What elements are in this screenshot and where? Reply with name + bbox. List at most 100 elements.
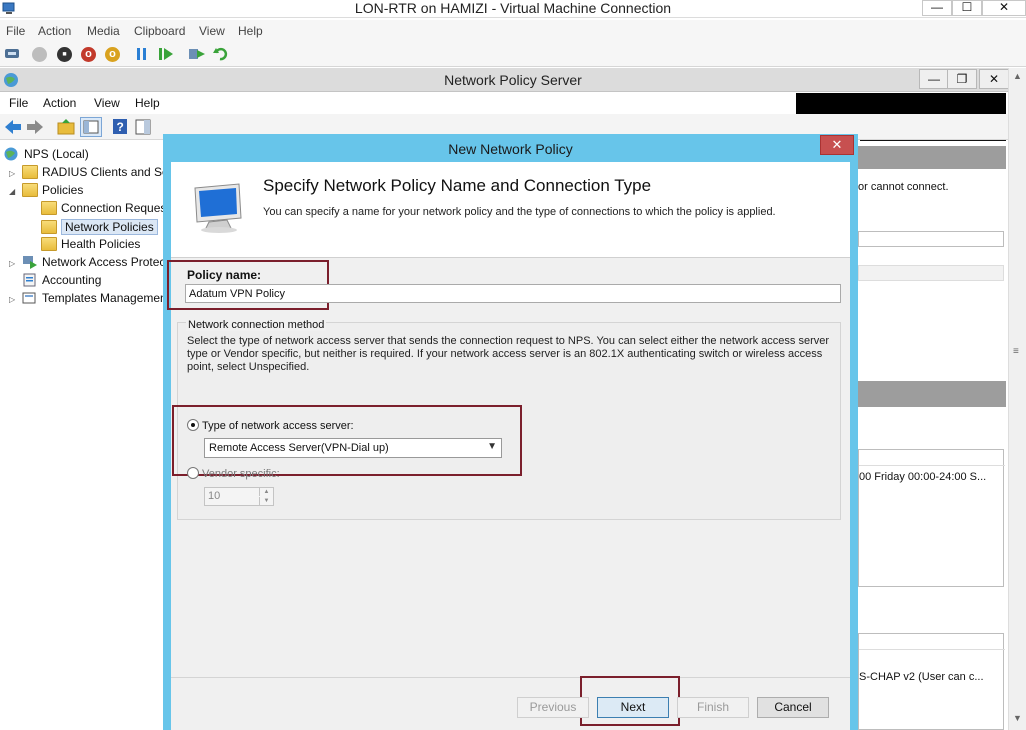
folder-icon (41, 237, 57, 251)
console-tree: NPS (Local) ▷ RADIUS Clients and Servers… (0, 141, 165, 730)
ctrl-alt-del-icon[interactable] (4, 46, 22, 65)
tree-item-radius[interactable]: RADIUS Clients and Servers (22, 165, 164, 179)
scroll-down-icon[interactable]: ▼ (1013, 713, 1022, 723)
show-hide-tree-icon[interactable] (80, 117, 102, 137)
wizard-header: Specify Network Policy Name and Connecti… (171, 162, 850, 258)
vm-minimize-button[interactable]: — (922, 0, 952, 16)
vm-menu-view[interactable]: View (199, 24, 225, 38)
accounting-icon (23, 273, 36, 287)
back-arrow-icon[interactable] (4, 119, 22, 138)
list-header (859, 634, 1005, 650)
vm-menu-action[interactable]: Action (38, 24, 71, 38)
wizard-page-title: Specify Network Policy Name and Connecti… (263, 176, 652, 195)
vm-menu-media[interactable]: Media (87, 24, 120, 38)
next-button[interactable]: Next (597, 697, 669, 718)
tree-item-templates[interactable]: Templates Management (22, 291, 165, 305)
group-description: Select the type of network access server… (187, 335, 830, 373)
policy-name-input[interactable] (185, 284, 841, 303)
spin-up-icon[interactable]: ▲ (259, 488, 273, 496)
revert-icon[interactable] (212, 46, 228, 62)
spin-down-icon[interactable]: ▼ (259, 497, 273, 505)
radio-selected-dot (191, 423, 195, 427)
nas-type-select[interactable]: Remote Access Server(VPN-Dial up) ▼ (204, 438, 502, 458)
tree-item-nps-local[interactable]: NPS (Local) (4, 147, 89, 161)
dialog-body: Specify Network Policy Name and Connecti… (167, 162, 850, 730)
radio-type-of-nas-label[interactable]: Type of network access server: (202, 420, 354, 432)
nas-type-selected-value: Remote Access Server(VPN-Dial up) (209, 442, 389, 454)
cancel-button[interactable]: Cancel (757, 697, 829, 718)
monitor-icon (189, 182, 249, 234)
forward-arrow-icon[interactable] (26, 119, 44, 138)
nps-menu-help[interactable]: Help (135, 96, 160, 110)
start-icon[interactable] (32, 47, 47, 62)
section-header-bar (858, 146, 1006, 169)
details-text: or cannot connect. (858, 181, 949, 193)
expand-arrow-icon[interactable]: ▷ (9, 259, 15, 268)
turn-off-icon[interactable]: ■ (57, 47, 72, 62)
radio-vendor-specific-label[interactable]: Vendor specific: (202, 468, 280, 480)
tree-item-connection-request[interactable]: Connection Request Policies (41, 201, 164, 215)
vm-menu-help[interactable]: Help (238, 24, 263, 38)
tree-item-policies[interactable]: Policies (22, 183, 83, 197)
up-folder-icon[interactable] (57, 118, 75, 138)
vendor-spinner-value: 10 (208, 490, 221, 502)
tree-label: Network Access Protection (42, 255, 164, 269)
nps-close-button[interactable]: ✕ (979, 69, 1009, 89)
dialog-close-button[interactable]: ✕ (820, 135, 854, 155)
policy-name-label: Policy name: (187, 268, 262, 282)
wizard-footer-divider (171, 677, 850, 678)
nps-titlebar: Network Policy Server — ❐ ✕ (0, 68, 1026, 92)
scroll-grip-icon[interactable]: ≡ (1013, 346, 1019, 357)
tree-label: RADIUS Clients and Servers (42, 165, 164, 179)
details-pane: or cannot connect. 00 Friday 00:00-24:00… (858, 141, 1008, 730)
settings-list[interactable]: S-CHAP v2 (User can c... (858, 633, 1005, 730)
conditions-list[interactable]: 00 Friday 00:00-24:00 S... (858, 449, 1005, 587)
svg-text:?: ? (117, 120, 124, 134)
pause-icon[interactable] (135, 46, 149, 62)
tree-label: Templates Management (42, 291, 165, 305)
show-hide-action-pane-icon[interactable] (135, 119, 151, 138)
scroll-up-icon[interactable]: ▲ (1013, 71, 1022, 81)
vendor-spinner[interactable]: 10 ▲ ▼ (204, 487, 274, 506)
list-header (859, 450, 1005, 466)
nps-restore-button[interactable]: ❐ (947, 69, 977, 89)
vm-maximize-button[interactable]: ☐ (952, 0, 982, 16)
nps-menu-view[interactable]: View (94, 96, 120, 110)
checkpoint-icon[interactable] (188, 46, 206, 62)
radio-type-of-nas[interactable] (187, 419, 199, 431)
collapse-arrow-icon[interactable]: ◢ (9, 187, 15, 196)
nps-menu-action[interactable]: Action (43, 96, 76, 110)
expand-arrow-icon[interactable]: ▷ (9, 169, 15, 178)
section-header-bar (858, 381, 1006, 407)
list-item: 00 Friday 00:00-24:00 S... (859, 471, 987, 483)
save-state-icon[interactable]: o (105, 47, 120, 62)
help-icon[interactable]: ? (112, 118, 128, 138)
finish-button[interactable]: Finish (677, 697, 749, 718)
chevron-down-icon: ▼ (487, 441, 497, 452)
nps-window-title: Network Policy Server (444, 72, 582, 88)
vertical-scrollbar[interactable]: ▲ ≡ ▼ (1008, 68, 1026, 730)
tree-label: Connection Request Policies (61, 201, 164, 215)
vm-menu-clipboard[interactable]: Clipboard (134, 24, 185, 38)
tree-item-nap[interactable]: Network Access Protection (22, 255, 164, 269)
previous-button[interactable]: Previous (517, 697, 589, 718)
redacted-region (796, 93, 1006, 115)
tree-label: NPS (Local) (24, 147, 89, 161)
tree-item-network-policies[interactable]: Network Policies (41, 219, 158, 235)
tree-item-accounting[interactable]: Accounting (22, 273, 101, 287)
radio-vendor-specific[interactable] (187, 467, 199, 479)
tree-label: Accounting (42, 273, 102, 287)
shut-down-icon[interactable]: o (81, 47, 96, 62)
vm-toolbar: ■ o o (0, 41, 1026, 67)
vm-menu-file[interactable]: File (6, 24, 25, 38)
nap-icon (23, 256, 37, 269)
tree-label: Network Policies (61, 219, 158, 235)
new-network-policy-dialog: New Network Policy ✕ Specify Network Pol… (163, 134, 858, 730)
vm-close-button[interactable]: ✕ (982, 0, 1026, 16)
nps-menu-file[interactable]: File (9, 96, 28, 110)
nps-minimize-button[interactable]: — (919, 69, 949, 89)
tree-item-health-policies[interactable]: Health Policies (41, 237, 140, 251)
reset-icon[interactable] (158, 46, 174, 62)
vm-window-title: LON-RTR on HAMIZI - Virtual Machine Conn… (354, 0, 672, 16)
expand-arrow-icon[interactable]: ▷ (9, 295, 15, 304)
